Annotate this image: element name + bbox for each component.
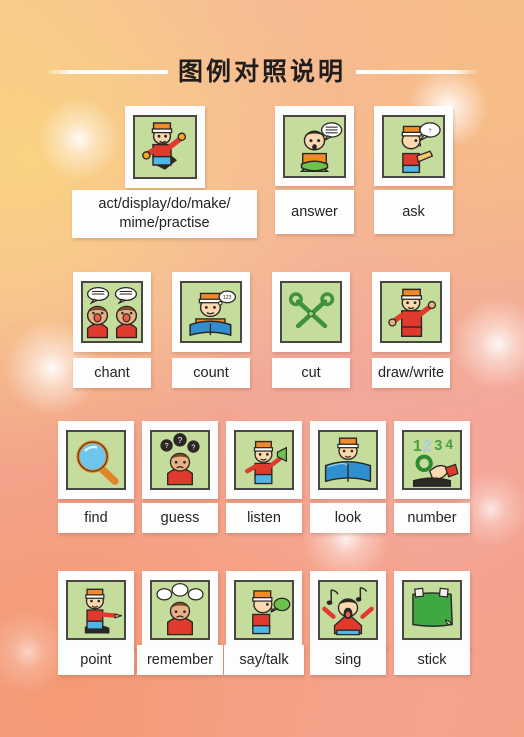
- word-label-card: point: [58, 645, 134, 675]
- word-label-card: number: [394, 503, 470, 533]
- word-label-card: remember: [137, 645, 223, 675]
- word-label: find: [84, 509, 108, 526]
- word-label-card: stick: [394, 645, 470, 675]
- word-label: guess: [160, 509, 200, 526]
- word-label-card: say/talk: [224, 645, 304, 675]
- word-label: say/talk: [239, 651, 289, 668]
- svg-text:3: 3: [434, 438, 442, 454]
- picture-card: [226, 421, 302, 499]
- word-label: stick: [417, 651, 447, 668]
- word-label: listen: [247, 509, 281, 526]
- picture-card: [73, 272, 151, 352]
- word-label: count: [193, 364, 229, 381]
- legend-poster: 图例对照说明 act/display/do/make/mime/practise…: [0, 0, 524, 737]
- kid-question-marks-icon: ? ? ?: [150, 430, 210, 490]
- boy-acting-icon: [133, 115, 197, 179]
- numbers-1234-icon: 1 2 3 4: [402, 430, 462, 490]
- magnifying-glass-icon: [66, 430, 126, 490]
- word-label-card: find: [58, 503, 134, 533]
- word-label-card: chant: [73, 358, 151, 388]
- boy-drawing-icon: [380, 281, 442, 343]
- picture-card: [310, 571, 386, 649]
- word-label: look: [334, 509, 362, 526]
- word-label-card: look: [310, 503, 386, 533]
- picture-card: [58, 571, 134, 649]
- boy-open-book-icon: [318, 430, 378, 490]
- svg-text:4: 4: [445, 437, 453, 452]
- word-label: remember: [146, 651, 214, 668]
- green-paper-sticker-icon: [402, 580, 462, 640]
- word-label: draw/write: [377, 364, 445, 381]
- picture-card: [275, 106, 354, 186]
- word-label-card: answer: [275, 190, 354, 234]
- title-rule-right: [356, 70, 480, 74]
- svg-text:123: 123: [223, 295, 232, 301]
- picture-card: ?: [374, 106, 453, 186]
- page-title: 图例对照说明: [177, 57, 346, 86]
- word-label-card: guess: [142, 503, 218, 533]
- kid-thought-bubbles-icon: [150, 580, 210, 640]
- boy-pointing-icon: [66, 580, 126, 640]
- word-label: number: [407, 509, 457, 526]
- word-label-card: cut: [272, 358, 350, 388]
- svg-text:?: ?: [191, 442, 195, 451]
- word-label: ask: [402, 203, 425, 220]
- boy-speech-bubble-icon: [283, 114, 346, 178]
- picture-card: [226, 571, 302, 649]
- picture-card: [310, 421, 386, 499]
- svg-text:?: ?: [429, 128, 432, 134]
- boy-reading-counting-icon: 123: [180, 281, 242, 343]
- word-label: act/display/do/make/mime/practise: [98, 196, 231, 231]
- picture-card: [272, 272, 350, 352]
- word-label-card: draw/write: [372, 358, 450, 388]
- picture-card: [394, 571, 470, 649]
- picture-card: [142, 571, 218, 649]
- word-label: answer: [291, 203, 338, 220]
- word-label: point: [80, 651, 112, 668]
- kid-singing-notes-icon: [318, 580, 378, 640]
- word-label: cut: [301, 364, 321, 381]
- picture-card: ? ? ?: [142, 421, 218, 499]
- boy-megaphone-icon: [234, 430, 294, 490]
- word-label: sing: [334, 651, 362, 668]
- picture-card: [125, 106, 205, 188]
- picture-card: 123: [172, 272, 250, 352]
- word-label-card: act/display/do/make/mime/practise: [72, 190, 257, 238]
- svg-text:?: ?: [178, 435, 183, 445]
- picture-card: 1 2 3 4: [394, 421, 470, 499]
- scissors-icon: [280, 281, 342, 343]
- word-label-card: listen: [226, 503, 302, 533]
- svg-text:1: 1: [413, 438, 422, 455]
- two-kids-chanting-icon: [81, 281, 143, 343]
- word-label-card: sing: [310, 645, 386, 675]
- word-label-card: ask: [374, 190, 453, 234]
- svg-text:?: ?: [165, 441, 169, 450]
- word-label-card: count: [172, 358, 250, 388]
- picture-card: [372, 272, 450, 352]
- word-label: chant: [94, 364, 130, 381]
- page-title-bar: 图例对照说明: [0, 56, 524, 88]
- picture-card: [58, 421, 134, 499]
- svg-text:2: 2: [423, 438, 432, 455]
- title-rule-left: [43, 70, 168, 74]
- boy-talking-bubble-icon: [234, 580, 294, 640]
- boy-question-bubble-icon: ?: [382, 114, 445, 178]
